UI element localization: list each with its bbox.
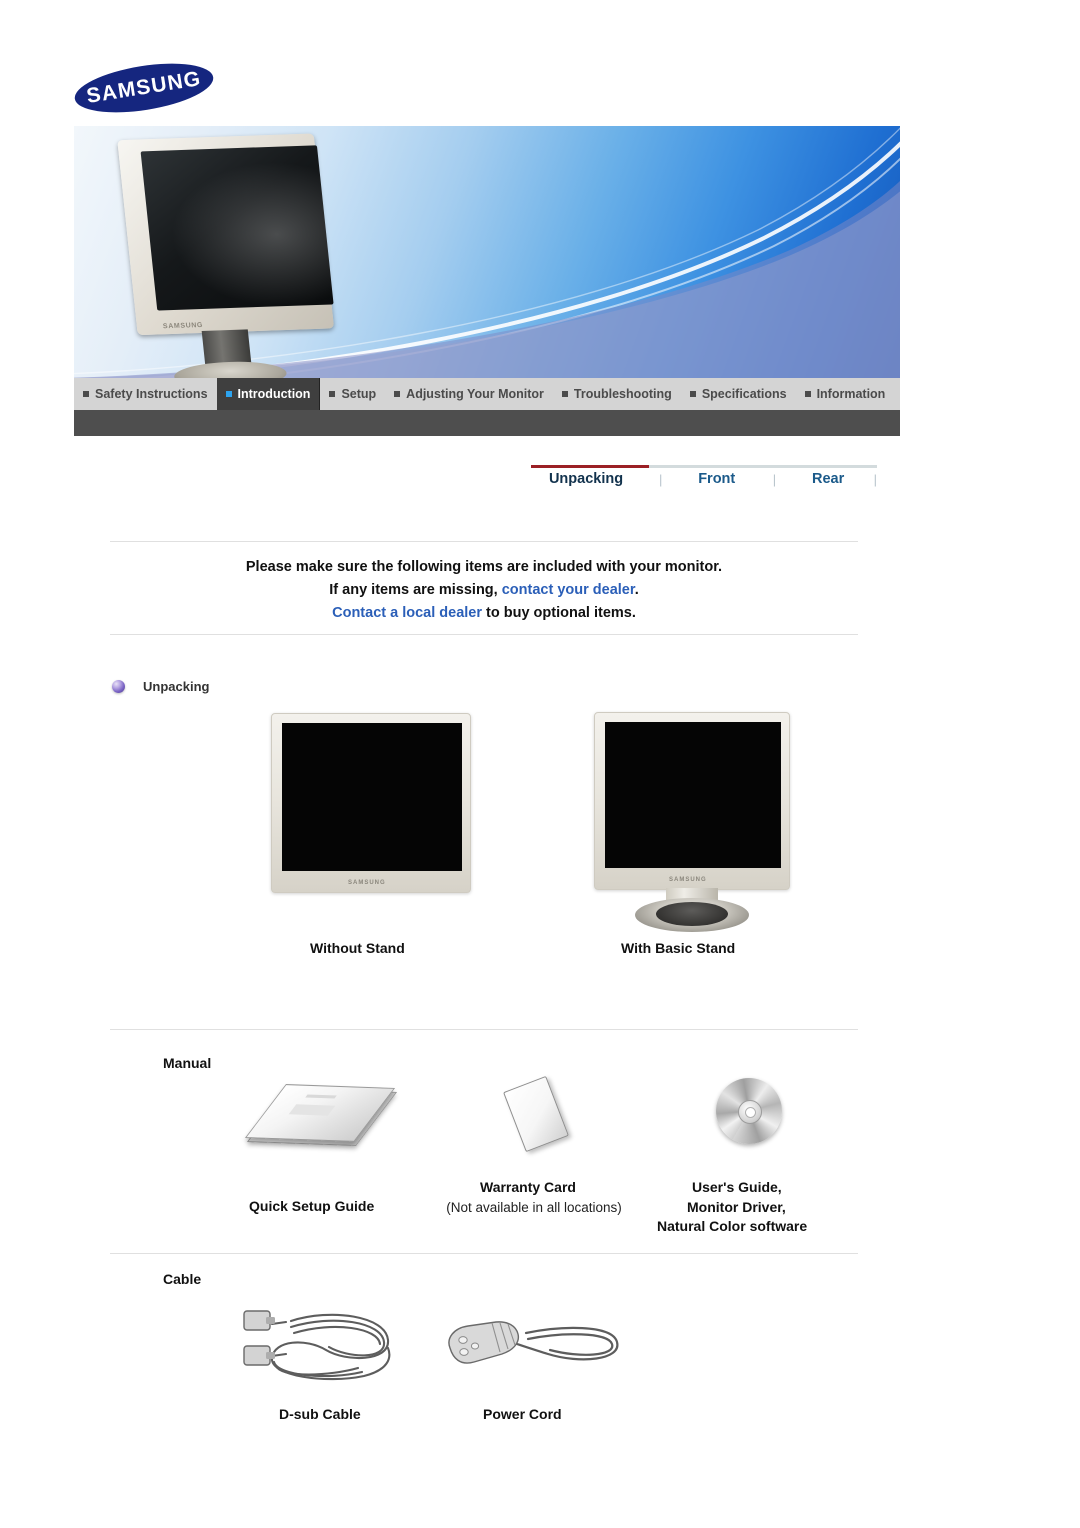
nav-item-setup[interactable]: Setup [320,378,385,410]
section-heading-cable: Cable [163,1271,202,1287]
subnav-separator: | [772,471,777,487]
section-heading-manual: Manual [163,1055,212,1071]
label-natural-color-software: Natural Color software [657,1218,808,1234]
nav-label: Introduction [237,387,311,401]
nav-label: Setup [341,387,377,401]
subnav-separator: | [873,471,877,487]
square-bullet-icon [83,391,89,397]
banner-monitor-base [172,359,288,378]
logo-ellipse: SAMSUNG [71,55,217,121]
label-with-basic-stand: With Basic Stand [621,940,736,956]
square-bullet-icon [394,391,401,397]
monitor-stand-base-inner [656,902,728,926]
nav-item-information[interactable]: Information [796,378,895,410]
label-power-cord: Power Cord [483,1406,562,1422]
square-bullet-icon [329,391,336,397]
power-cord-icon [448,1321,619,1364]
square-bullet-icon [561,391,568,397]
divider-above-manual [110,1029,858,1030]
label-dsub-cable: D-sub Cable [279,1406,361,1422]
monitor-screen [605,722,781,868]
booklet-cover-block [288,1104,336,1116]
samsung-logo: SAMSUNG [71,55,217,121]
card-icon [503,1075,569,1153]
label-warranty-card: Warranty Card [480,1179,576,1195]
contact-your-dealer-link[interactable]: contact your dealer [502,582,635,598]
subnav-separator: | [658,471,663,487]
subnav-item-rear[interactable]: Rear [812,471,844,487]
intro-line-2: If any items are missing, contact your d… [110,579,858,602]
banner-monitor-image: SAMSUNG [105,131,361,378]
nav-label: Information [816,387,886,401]
monitor-brand-text: SAMSUNG [348,880,386,886]
hero-banner: SAMSUNG [74,126,900,378]
square-bullet-icon [225,391,232,397]
subnav-item-front[interactable]: Front [698,471,735,487]
section-heading-label: Unpacking [143,679,210,694]
monitor-bezel: SAMSUNG [594,712,790,890]
square-bullet-icon [804,391,811,397]
monitor-screen [282,723,462,871]
label-without-stand: Without Stand [310,940,405,956]
monitor-with-stand-image: SAMSUNG [594,712,790,932]
square-bullet-icon [689,391,696,397]
divider-under-intro [110,634,858,635]
intro-line-2-prefix: If any items are missing, [329,582,502,598]
nav-label: Adjusting Your Monitor [406,387,544,401]
nav-item-troubleshooting[interactable]: Troubleshooting [553,378,681,410]
label-warranty-card-note: (Not available in all locations) [446,1200,622,1215]
divider-above-cable [110,1253,858,1254]
nav-label: Safety Instructions [95,387,208,401]
nav-item-adjusting-your-monitor[interactable]: Adjusting Your Monitor [385,378,553,410]
contact-local-dealer-link[interactable]: Contact a local dealer [332,605,482,621]
sub-navigation[interactable]: Unpacking | Front | Rear | [531,465,877,501]
intro-line-3: Contact a local dealer to buy optional i… [110,602,858,625]
label-monitor-driver: Monitor Driver, [687,1199,786,1215]
cd-disc-icon [716,1078,782,1144]
banner-monitor-screen [140,145,334,311]
nav-label: Troubleshooting [573,387,672,401]
intro-paragraph: Please make sure the following items are… [110,556,858,625]
label-users-guide: User's Guide, [692,1179,782,1195]
dsub-cable-icon [243,1310,391,1381]
banner-monitor-bezel: SAMSUNG [117,133,335,336]
monitor-brand-text: SAMSUNG [669,877,707,883]
section-heading-unpacking: Unpacking [112,679,209,694]
logo-text: SAMSUNG [84,67,203,108]
monitor-bezel: SAMSUNG [271,713,471,893]
intro-line-2-suffix: . [634,582,639,598]
nav-item-safety-instructions[interactable]: Safety Instructions [74,378,217,410]
label-quick-setup-guide: Quick Setup Guide [249,1198,375,1214]
intro-line-1: Please make sure the following items are… [245,559,723,575]
monitor-without-stand-image: SAMSUNG [271,713,471,893]
nav-item-introduction[interactable]: Introduction [216,378,321,410]
nav-label: Specifications [701,387,787,401]
nav-under-bar [74,410,900,436]
subnav-item-unpacking[interactable]: Unpacking [549,471,623,487]
intro-line-3-suffix: to buy optional items. [482,605,636,621]
purple-sphere-bullet-icon [112,680,125,693]
booklet-icon [244,1084,398,1147]
banner-monitor-brand-text: SAMSUNG [162,321,204,331]
divider-top [110,541,858,542]
nav-item-specifications[interactable]: Specifications [681,378,796,410]
subnav-active-rule [531,465,649,468]
main-navigation[interactable]: Safety Instructions Introduction Setup A… [74,378,900,410]
